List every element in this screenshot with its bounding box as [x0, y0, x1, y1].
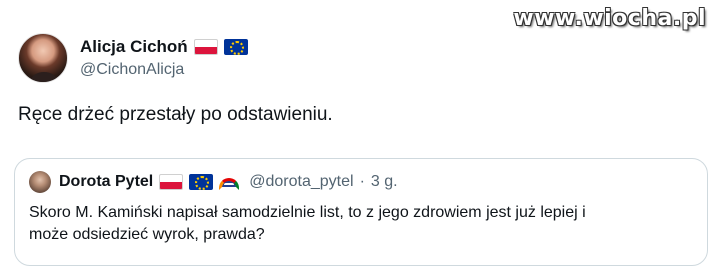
quoted-tweet-text: Skoro M. Kamiński napisał samodzielnie l…: [29, 202, 693, 246]
quoted-author-handle: @dorota_pytel: [249, 173, 354, 190]
tweet-header: Alicja Cichoń @CichonAlicja: [18, 33, 248, 83]
quoted-separator: ·: [359, 173, 365, 190]
quoted-tweet-text-line-2: może odsiedzieć wyrok, prawda?: [29, 226, 265, 243]
tweet-text: Ręce drżeć przestały po odstawieniu.: [18, 104, 333, 125]
rainbow-icon: [219, 178, 240, 190]
author-avatar[interactable]: [18, 33, 68, 83]
author-name-row: Alicja Cichoń: [80, 37, 248, 57]
flag-eu-icon: [189, 174, 214, 190]
quoted-tweet-text-line-1: Skoro M. Kamiński napisał samodzielnie l…: [29, 204, 586, 221]
flag-poland-icon: [159, 174, 184, 190]
quoted-tweet-card[interactable]: Dorota Pytel @dorota_pytel · 3 g. Skoro …: [14, 158, 708, 266]
quoted-author-avatar: [29, 171, 51, 193]
flag-poland-icon: [193, 39, 218, 55]
author-handle[interactable]: @CichonAlicja: [80, 61, 248, 79]
author-display-name[interactable]: Alicja Cichoń: [80, 37, 188, 57]
quoted-timestamp[interactable]: 3 g.: [371, 173, 398, 191]
author-name-block: Alicja Cichoń @CichonAlicja: [80, 37, 248, 79]
flag-eu-icon: [223, 39, 248, 55]
quoted-author-display-name: Dorota Pytel: [59, 173, 154, 190]
quoted-tweet-header: Dorota Pytel @dorota_pytel · 3 g.: [29, 171, 693, 193]
watermark-text: www.wiocha.pl: [513, 6, 706, 31]
